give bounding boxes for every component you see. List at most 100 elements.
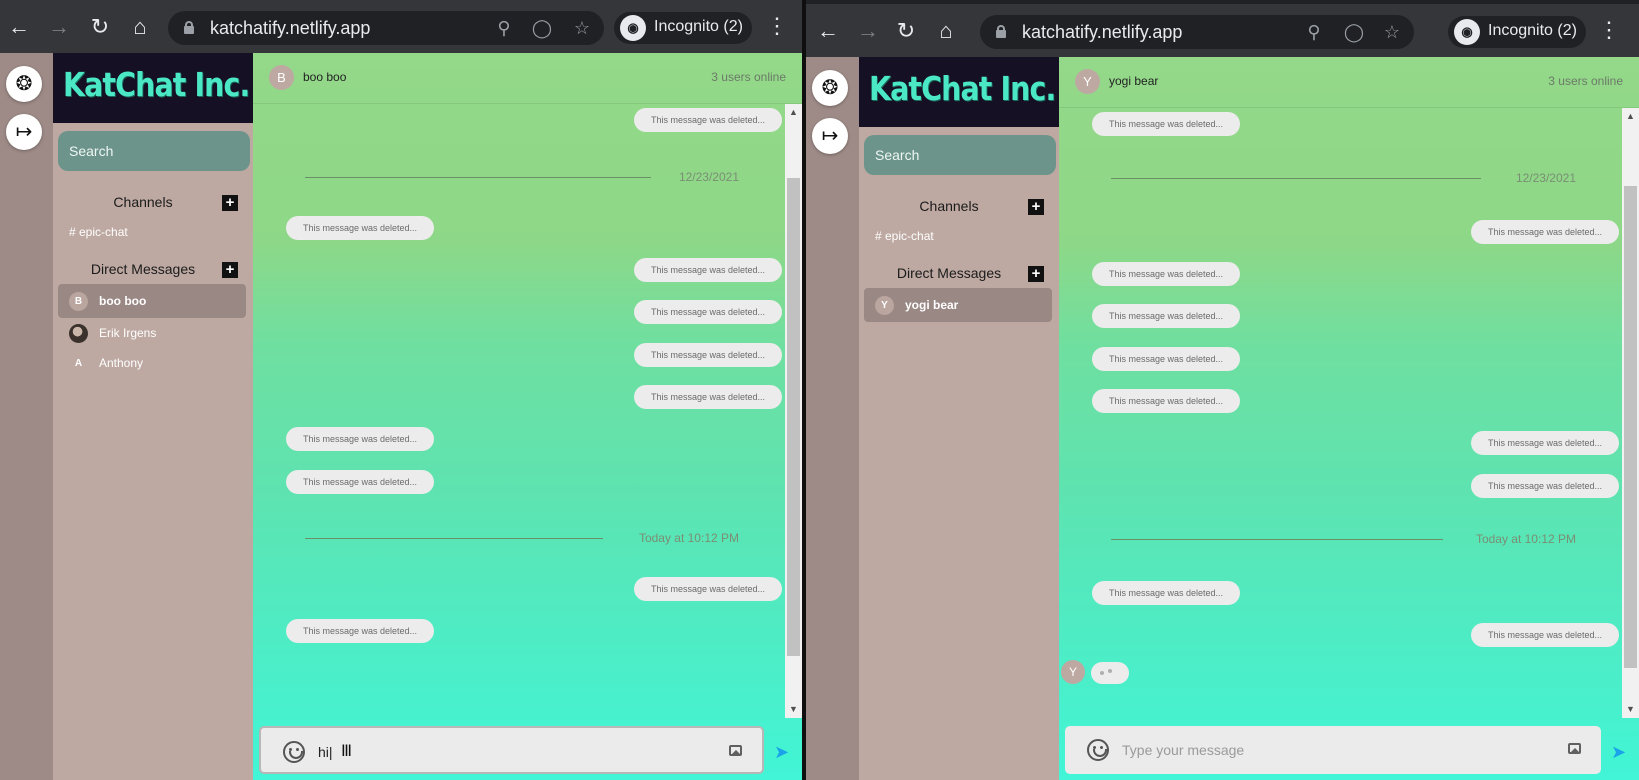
avatar: B	[269, 65, 294, 90]
browser-window-right: ← → ↻ ⌂ katchatify.netlify.app ⚲ ◯ ☆ ◉ I…	[806, 4, 1639, 780]
avatar: A	[74, 358, 83, 369]
avatar: Y	[875, 296, 894, 315]
scroll-down-icon[interactable]: ▼	[1622, 701, 1639, 718]
forward-icon[interactable]: →	[43, 11, 75, 43]
chat-header: Y yogi bear 3 users online	[1059, 57, 1639, 108]
send-icon[interactable]: ➤	[1611, 743, 1629, 761]
dm-name: yogi bear	[905, 298, 959, 312]
star-icon[interactable]: ☆	[570, 16, 594, 40]
sidebar: KatChat Inc. Search Channels + # epic-ch…	[53, 53, 253, 780]
message-bubble: This message was deleted...	[634, 108, 782, 132]
message-bubble: This message was deleted...	[1092, 112, 1240, 136]
channel-item[interactable]: # epic-chat	[875, 229, 934, 243]
home-icon[interactable]: ⌂	[930, 15, 962, 47]
add-dm-button[interactable]: +	[222, 262, 238, 278]
message-input[interactable]	[1122, 742, 1482, 758]
text-cursor-icon: Ⅲ	[341, 743, 353, 760]
scroll-down-icon[interactable]: ▼	[785, 701, 802, 718]
message-bubble: This message was deleted...	[1092, 304, 1240, 328]
emoji-icon[interactable]	[1087, 739, 1109, 761]
emoji-icon[interactable]	[283, 741, 305, 763]
avatar: B	[69, 292, 88, 311]
forward-icon[interactable]: →	[852, 15, 884, 47]
dm-name: boo boo	[99, 294, 147, 308]
incognito-icon: ◉	[1454, 19, 1480, 45]
online-count: 3 users online	[1548, 74, 1623, 88]
channels-title: Channels	[919, 198, 979, 214]
browser-window-left: ← → ↻ ⌂ katchatify.netlify.app ⚲ ◯ ☆ ◉ I…	[0, 0, 802, 780]
eye-off-icon[interactable]: ◯	[1342, 20, 1366, 44]
home-icon[interactable]: ⌂	[124, 11, 156, 43]
scroll-thumb[interactable]	[1624, 186, 1637, 668]
message-bubble: This message was deleted...	[1092, 262, 1240, 286]
date-separator: Today at 10:12 PM	[1111, 532, 1602, 546]
add-channel-button[interactable]: +	[222, 195, 238, 211]
search-input[interactable]: Search	[864, 135, 1056, 175]
date-separator: 12/23/2021	[305, 170, 765, 184]
zoom-out-icon[interactable]: ⚲	[492, 16, 516, 40]
logout-icon[interactable]: ↦	[812, 118, 848, 154]
date-separator: Today at 10:12 PM	[305, 531, 765, 545]
logo: KatChat Inc.	[53, 53, 253, 123]
logout-icon[interactable]: ↦	[6, 114, 42, 150]
incognito-badge[interactable]: ◉ Incognito (2)	[1448, 16, 1586, 48]
send-icon[interactable]: ➤	[774, 743, 792, 761]
reload-icon[interactable]: ↻	[890, 15, 922, 47]
address-bar[interactable]: katchatify.netlify.app ⚲ ◯ ☆	[168, 11, 604, 45]
chat-partner-name: boo boo	[303, 70, 347, 84]
image-upload-icon[interactable]	[729, 745, 742, 756]
message-bubble: This message was deleted...	[1471, 623, 1619, 647]
browser-toolbar: ← → ↻ ⌂ katchatify.netlify.app ⚲ ◯ ☆ ◉ I…	[0, 0, 802, 53]
eye-off-icon[interactable]: ◯	[530, 16, 554, 40]
scroll-up-icon[interactable]: ▲	[785, 104, 802, 121]
scrollbar[interactable]: ▲ ▼	[1622, 108, 1639, 718]
channel-item[interactable]: # epic-chat	[69, 225, 128, 239]
icon-rail: ❂ ↦	[806, 57, 859, 780]
zoom-out-icon[interactable]: ⚲	[1302, 20, 1326, 44]
add-dm-button[interactable]: +	[1028, 266, 1044, 282]
message-bubble: This message was deleted...	[634, 385, 782, 409]
paw-icon[interactable]: ❂	[812, 70, 848, 106]
message-list: This message was deleted... 12/23/2021 T…	[253, 104, 785, 718]
message-bubble: This message was deleted...	[1092, 347, 1240, 371]
typing-dots	[1091, 662, 1129, 684]
add-channel-button[interactable]: +	[1028, 199, 1044, 215]
paw-icon[interactable]: ❂	[6, 66, 42, 102]
message-bubble: This message was deleted...	[634, 577, 782, 601]
scroll-up-icon[interactable]: ▲	[1622, 108, 1639, 125]
star-icon[interactable]: ☆	[1380, 20, 1404, 44]
dm-item[interactable]: A Anthony	[58, 346, 246, 380]
direct-messages-title: Direct Messages	[896, 265, 1002, 281]
browser-toolbar: ← → ↻ ⌂ katchatify.netlify.app ⚲ ◯ ☆ ◉ I…	[806, 4, 1639, 57]
search-input[interactable]: Search	[58, 131, 250, 171]
kebab-menu-icon[interactable]: ⋮	[766, 11, 788, 43]
message-composer: Ⅲ	[259, 726, 764, 774]
back-icon[interactable]: ←	[3, 11, 35, 43]
scrollbar[interactable]: ▲ ▼	[785, 104, 802, 718]
kebab-menu-icon[interactable]: ⋮	[1598, 15, 1620, 47]
message-bubble: This message was deleted...	[634, 258, 782, 282]
scroll-thumb[interactable]	[787, 178, 800, 656]
message-bubble: This message was deleted...	[634, 300, 782, 324]
chat-panel: Y yogi bear 3 users online This message …	[1059, 57, 1639, 780]
message-input[interactable]	[318, 744, 678, 760]
direct-messages-title: Direct Messages	[90, 261, 196, 277]
lock-icon	[184, 21, 194, 34]
incognito-icon: ◉	[620, 15, 646, 41]
dm-item[interactable]: Y yogi bear	[864, 288, 1052, 322]
message-bubble: This message was deleted...	[286, 427, 434, 451]
incognito-badge[interactable]: ◉ Incognito (2)	[614, 12, 752, 44]
typing-indicator: Y	[1059, 660, 1131, 686]
back-icon[interactable]: ←	[812, 15, 844, 47]
reload-icon[interactable]: ↻	[84, 11, 116, 43]
address-bar[interactable]: katchatify.netlify.app ⚲ ◯ ☆	[980, 15, 1414, 49]
message-list: This message was deleted... 12/23/2021 T…	[1059, 108, 1622, 718]
dm-name: Anthony	[99, 356, 144, 370]
channels-title: Channels	[113, 194, 173, 210]
dm-item[interactable]: B boo boo	[58, 284, 246, 318]
date-label: Today at 10:12 PM	[1475, 532, 1576, 546]
chat-panel: B boo boo 3 users online This message wa…	[253, 53, 802, 780]
avatar: Y	[1075, 69, 1100, 94]
dm-item[interactable]: Erik Irgens	[58, 316, 246, 350]
image-upload-icon[interactable]	[1568, 743, 1581, 754]
